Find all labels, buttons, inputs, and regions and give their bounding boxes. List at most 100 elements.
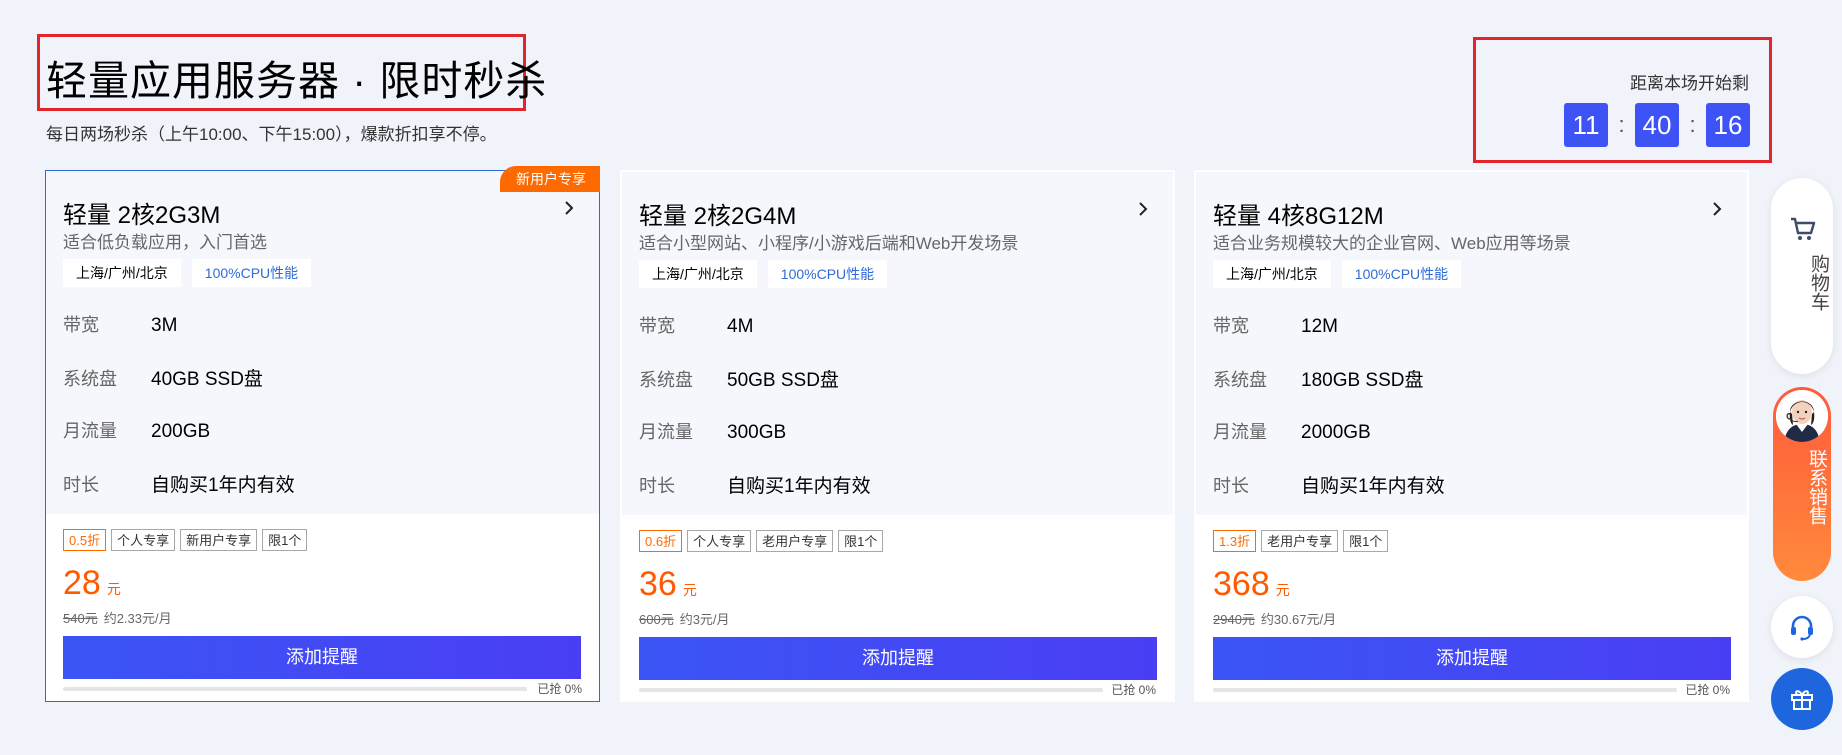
spec-row: 月流量 2000GB: [1213, 418, 1371, 444]
spec-key: 月流量: [639, 422, 693, 442]
chevron-right-icon[interactable]: [1707, 199, 1727, 219]
spec-row: 系统盘 180GB SSD盘: [1213, 365, 1424, 392]
spec-key: 带宽: [63, 315, 99, 335]
price-detail: 2940元 约30.67元/月: [1213, 609, 1336, 628]
cpu-tag: 100%CPU性能: [767, 260, 888, 288]
product-name[interactable]: 轻量 4核8G12M: [1213, 196, 1384, 231]
contact-sales-label: 联系销售: [1806, 449, 1827, 525]
spec-key: 时长: [63, 475, 99, 495]
original-price: 600元: [639, 612, 674, 627]
sold-progress-label: 已抢 0%: [1685, 683, 1730, 697]
chevron-right-icon[interactable]: [559, 198, 579, 218]
sold-progress-label: 已抢 0%: [537, 682, 582, 696]
price-unit: 元: [106, 581, 121, 597]
spec-key: 月流量: [1213, 422, 1267, 442]
countdown-separator: :: [1689, 112, 1696, 137]
original-price: 2940元: [1213, 612, 1255, 627]
product-card-3[interactable]: 轻量 4核8G12M 适合业务规模较大的企业官网、Web应用等场景 上海/广州/…: [1194, 170, 1749, 702]
spec-row: 系统盘 40GB SSD盘: [63, 364, 263, 391]
product-description: 适合小型网站、小程序/小游戏后端和Web开发场景: [639, 234, 1019, 253]
countdown-minutes: 40: [1635, 103, 1679, 147]
spec-value: 3M: [151, 315, 178, 336]
customer-service-icon: [1791, 615, 1813, 641]
product-name[interactable]: 轻量 2核2G3M: [63, 195, 220, 230]
customer-service-button[interactable]: [1771, 596, 1833, 658]
discount-chip: 0.5折: [63, 529, 107, 551]
discount-chip: 0.6折: [639, 530, 683, 552]
spec-key: 系统盘: [63, 369, 117, 389]
spec-value: 自购买1年内有效: [151, 475, 295, 496]
sold-progress-bar: [1213, 688, 1677, 692]
product-name[interactable]: 轻量 2核2G4M: [639, 196, 796, 231]
countdown-timer: 11 : 40 : 16: [1564, 103, 1750, 147]
price-detail: 600元 约3元/月: [639, 609, 730, 628]
spec-row: 系统盘 50GB SSD盘: [639, 365, 839, 392]
spec-value: 300GB: [727, 422, 787, 443]
offer-chip: 老用户专享: [756, 530, 834, 552]
offer-chip: 新用户专享: [180, 529, 258, 551]
countdown-seconds: 16: [1706, 103, 1750, 147]
shopping-cart-button[interactable]: 购物车: [1771, 178, 1833, 374]
add-reminder-button[interactable]: 添加提醒: [639, 637, 1157, 680]
price-unit: 元: [1275, 582, 1290, 598]
spec-value: 2000GB: [1301, 422, 1371, 443]
sold-progress-bar: [639, 688, 1103, 692]
price-value: 36: [639, 565, 677, 603]
offer-chips: 1.3折 老用户专享 限1个: [1213, 530, 1389, 552]
price: 36 元: [639, 562, 697, 606]
product-tags: 上海/广州/北京 100%CPU性能: [63, 259, 312, 287]
gift-button[interactable]: [1771, 668, 1833, 730]
offer-chip: 个人专享: [687, 530, 752, 552]
product-tags: 上海/广州/北京 100%CPU性能: [1213, 260, 1462, 288]
spec-value: 200GB: [151, 421, 211, 442]
spec-row: 月流量 300GB: [639, 418, 786, 444]
countdown-hours: 11: [1564, 103, 1608, 147]
spec-value: 180GB SSD盘: [1301, 370, 1424, 391]
offer-chip: 老用户专享: [1261, 530, 1339, 552]
offer-chip: 限1个: [1343, 530, 1389, 552]
chevron-right-icon[interactable]: [1133, 199, 1153, 219]
offer-chips: 0.6折 个人专享 老用户专享 限1个: [639, 530, 884, 552]
new-user-badge: 新用户专享: [500, 166, 600, 192]
offer-chip: 个人专享: [111, 529, 176, 551]
add-reminder-button[interactable]: 添加提醒: [63, 636, 581, 679]
cpu-tag: 100%CPU性能: [1341, 260, 1462, 288]
price-unit: 元: [682, 582, 697, 598]
offer-chips: 0.5折 个人专享 新用户专享 限1个: [63, 529, 308, 551]
offer-chip: 限1个: [262, 529, 308, 551]
contact-sales-button[interactable]: 联系销售: [1773, 387, 1831, 581]
product-description: 适合业务规模较大的企业官网、Web应用等场景: [1213, 234, 1571, 253]
spec-key: 月流量: [63, 421, 117, 441]
monthly-price: 约30.67元/月: [1260, 612, 1337, 627]
spec-key: 时长: [1213, 476, 1249, 496]
product-card-2[interactable]: 轻量 2核2G4M 适合小型网站、小程序/小游戏后端和Web开发场景 上海/广州…: [620, 170, 1175, 702]
sold-progress-bar: [63, 687, 527, 691]
spec-row: 时长 自购买1年内有效: [1213, 471, 1445, 498]
spec-key: 系统盘: [639, 370, 693, 390]
sales-avatar: [1776, 390, 1828, 442]
cart-icon: [1791, 217, 1816, 240]
spec-value: 50GB SSD盘: [727, 370, 839, 391]
price-detail: 540元 约2.33元/月: [63, 608, 172, 627]
product-card-1[interactable]: 新用户专享 轻量 2核2G3M 适合低负载应用，入门首选 上海/广州/北京 10…: [45, 166, 600, 702]
region-tag: 上海/广州/北京: [639, 260, 757, 288]
price: 368 元: [1213, 562, 1290, 606]
monthly-price: 约2.33元/月: [103, 611, 172, 626]
spec-key: 带宽: [639, 316, 675, 336]
gift-icon: [1791, 690, 1813, 710]
discount-chip: 1.3折: [1213, 530, 1257, 552]
countdown-separator: :: [1618, 112, 1625, 137]
sold-progress-label: 已抢 0%: [1111, 683, 1156, 697]
spec-value: 4M: [727, 316, 754, 337]
countdown-label: 距离本场开始剩: [1630, 74, 1749, 93]
spec-value: 自购买1年内有效: [727, 476, 871, 497]
avatar-portrait-icon: [1776, 390, 1828, 442]
original-price: 540元: [63, 611, 98, 626]
spec-row: 带宽 3M: [63, 311, 177, 337]
monthly-price: 约3元/月: [679, 612, 730, 627]
add-reminder-button[interactable]: 添加提醒: [1213, 637, 1731, 680]
spec-key: 带宽: [1213, 316, 1249, 336]
cart-label: 购物车: [1808, 254, 1829, 311]
product-description: 适合低负载应用，入门首选: [63, 233, 267, 252]
price-value: 28: [63, 564, 101, 602]
